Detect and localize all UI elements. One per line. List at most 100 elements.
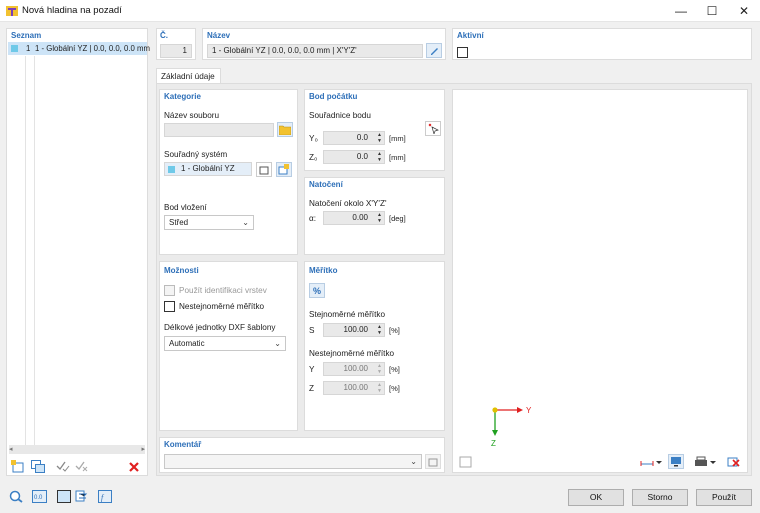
dxf-units-dropdown[interactable]: Automatic ⌄ (164, 336, 286, 351)
dimension-icon[interactable] (639, 454, 663, 469)
check-all-icon[interactable] (55, 459, 71, 474)
axis-y-label: Y (526, 406, 532, 415)
s-field[interactable]: 100.00 ▲ ▼ (323, 323, 385, 337)
copy-layer-icon[interactable] (30, 459, 46, 474)
color-swatch (11, 45, 18, 52)
insert-dropdown[interactable]: Střed ⌄ (164, 215, 254, 230)
rotation-panel: Natočení Natočení okolo X'Y'Z' α: 0.00 ▲ ▼… (304, 177, 445, 255)
active-panel: Aktivní (452, 28, 752, 60)
list-item[interactable]: 1 1 - Globální YZ | 0.0, 0.0, 0.0 mm (8, 42, 150, 55)
category-panel: Kategorie Název souboru Souřadný systém … (159, 89, 298, 255)
y-scale-unit: [%] (389, 365, 400, 374)
alpha-label: α: (309, 214, 317, 223)
nonuniform-label: Nestejnoměrné měřítko (179, 302, 265, 311)
origin-panel: Bod počátku Souřadnice bodu Y₀ 0.0 ▲ ▼ [mm… (304, 89, 445, 171)
window-title: Nová hladina na pozadí (22, 5, 122, 16)
units-icon[interactable]: 0.0 (31, 489, 47, 504)
help-icon[interactable] (8, 489, 24, 504)
layer-id-checkbox[interactable] (164, 285, 175, 296)
comment-panel: Komentář ⌄ (159, 437, 445, 473)
options-header: Možnosti (164, 266, 199, 275)
dxf-units-label: Délkové jednotky DXF šablony (164, 323, 276, 332)
number-panel: Č. 1 (156, 28, 196, 60)
svg-text:0.0: 0.0 (34, 495, 43, 501)
maximize-icon[interactable]: ☐ (696, 0, 728, 22)
close-icon[interactable]: ✕ (728, 0, 760, 22)
color-icon[interactable] (56, 489, 72, 504)
delete-icon[interactable] (126, 459, 142, 474)
comment-field[interactable]: ⌄ (164, 454, 422, 469)
tab-basic-data[interactable]: Základní údaje (156, 68, 221, 84)
display-icon[interactable] (668, 454, 684, 469)
cs-field[interactable]: 1 - Globální YZ (164, 162, 252, 176)
function-icon[interactable]: f (97, 489, 113, 504)
alpha-field[interactable]: 0.00 ▲ ▼ (323, 211, 385, 225)
cs-label: Souřadný systém (164, 150, 228, 159)
cs-new-icon[interactable] (276, 162, 292, 177)
percent-toggle[interactable]: % (309, 283, 325, 298)
uncheck-all-icon[interactable] (74, 459, 90, 474)
y0-label: Y₀ (309, 134, 318, 143)
pick-point-icon[interactable] (425, 121, 441, 136)
scale-panel: Měřítko % Stejnoměrné měřítko S 100.00 ▲ ▼… (304, 261, 445, 431)
list-panel: Seznam 1 1 - Globální YZ | 0.0, 0.0, 0.0… (6, 28, 150, 476)
comment-header: Komentář (164, 440, 202, 449)
nonuniform-scale-label: Nestejnoměrné měřítko (309, 349, 395, 358)
list-header: Seznam (11, 31, 42, 40)
cancel-button[interactable]: Storno (632, 489, 688, 506)
z-scale-label: Z (309, 384, 315, 393)
axis-z-label: Z (491, 439, 496, 448)
y-scale-label: Y (309, 365, 315, 374)
z0-field[interactable]: 0.0 ▲ ▼ (323, 150, 385, 164)
uniform-label: Stejnoměrné měřítko (309, 310, 385, 319)
view-icon[interactable] (457, 454, 473, 469)
y0-unit: [mm] (389, 134, 406, 143)
category-header: Kategorie (164, 92, 201, 101)
table-icon[interactable] (74, 489, 90, 504)
ok-button[interactable]: OK (568, 489, 624, 506)
alpha-unit: [deg] (389, 214, 406, 223)
reset-view-icon[interactable] (725, 454, 741, 469)
layer-id-label: Použít identifikaci vrstev (179, 286, 267, 295)
z-scale-field[interactable]: 100.00 ▲ ▼ (323, 381, 385, 395)
new-layer-icon[interactable] (10, 459, 26, 474)
options-panel: Možnosti Použít identifikaci vrstev Nest… (159, 261, 298, 431)
insert-label: Bod vložení (164, 203, 207, 212)
active-checkbox[interactable] (457, 47, 468, 58)
rotation-header: Natočení (309, 180, 343, 189)
comment-library-icon[interactable] (425, 454, 441, 469)
number-field[interactable]: 1 (160, 44, 192, 58)
s-label: S (309, 326, 315, 335)
horizontal-scrollbar[interactable]: ◂ ▸ (9, 445, 145, 454)
name-panel: Název 1 - Globální YZ | 0.0, 0.0, 0.0 mm… (202, 28, 446, 60)
active-label: Aktivní (457, 31, 484, 40)
z0-unit: [mm] (389, 153, 406, 162)
app-icon (6, 6, 18, 16)
y0-field[interactable]: 0.0 ▲ ▼ (323, 131, 385, 145)
print-icon[interactable] (693, 454, 717, 469)
s-unit: [%] (389, 326, 400, 335)
filename-label: Název souboru (164, 111, 220, 120)
apply-button[interactable]: Použít (696, 489, 752, 506)
minimize-icon[interactable]: — (665, 0, 697, 22)
number-label: Č. (160, 31, 168, 40)
preview-panel: Y Z (452, 89, 748, 473)
list-item-label: 1 - Globální YZ | 0.0, 0.0, 0.0 mm (35, 44, 150, 53)
rotation-about-label: Natočení okolo X'Y'Z' (309, 199, 387, 208)
axis-gizmo (492, 407, 523, 436)
origin-header: Bod počátku (309, 92, 358, 101)
z-scale-unit: [%] (389, 384, 400, 393)
filename-field[interactable] (164, 123, 274, 137)
coords-label: Souřadnice bodu (309, 111, 371, 120)
edit-name-icon[interactable] (426, 43, 442, 58)
title-bar: Nová hladina na pozadí — ☐ ✕ (0, 0, 760, 22)
y-scale-field[interactable]: 100.00 ▲ ▼ (323, 362, 385, 376)
name-label: Název (207, 31, 231, 40)
scale-header: Měřítko (309, 266, 338, 275)
nonuniform-checkbox[interactable] (164, 301, 175, 312)
z0-label: Z₀ (309, 153, 318, 162)
list-item-number: 1 (26, 44, 31, 53)
name-field[interactable]: 1 - Globální YZ | 0.0, 0.0, 0.0 mm | X'Y… (207, 44, 423, 58)
cs-select-icon[interactable] (256, 162, 272, 177)
folder-icon[interactable] (277, 122, 293, 137)
